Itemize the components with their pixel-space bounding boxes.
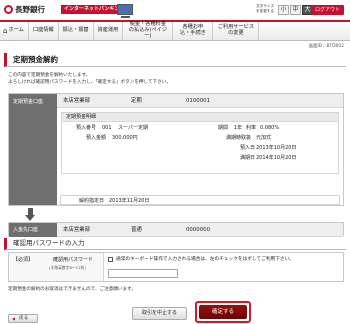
password-field-label: 確認用パスワード [53,257,94,263]
deposit-date-value: 2013年10月20日 [256,145,297,151]
destination-account-body: 本店営業部 普通 0000000 [57,223,343,237]
deposit-date-label: 預入日 [240,145,256,151]
maturity-method-value: 元加式 [256,135,272,141]
bank-name: 長野銀行 [15,5,45,14]
term-value: 1年 [234,125,243,131]
deposit-detail-header: 定期預金明細 [62,113,338,122]
rate-label: 利率 [246,125,257,131]
amount-label: 預入金額 [86,135,107,141]
source-account-type: 定期 [131,98,142,104]
source-account-body: 本店営業部 定期 0100001 定期預金明細 預入番号 001 スーパー定期 … [57,94,343,205]
nav-item-account-info[interactable]: 口座情報 [29,22,59,40]
confirm-button[interactable]: 確定する [199,305,247,319]
maturity-date-value: 2014年10月20日 [256,155,297,161]
destination-account-panel: 入金先口座 本店営業部 普通 0000000 [8,222,344,237]
destination-account-label: 入金先口座 [9,223,57,237]
main-nav: ホーム 口座情報 振込・振替 資産運用 税金・各種料金の払込み(ペイジー) 各種… [0,20,350,41]
software-keyboard-checkbox-label: 通常のキーボード操作で入力される場合は、左のチェックをはずしてご利用下さい。 [116,257,294,262]
bank-logo[interactable]: 長野銀行 [4,5,45,14]
flow-arrow-icon [25,208,35,221]
nav-item-transfer[interactable]: 振込・振替 [59,22,94,40]
password-section-title: 確認用パスワードの入力 [4,238,346,250]
source-account-label: 定期預金口座 [9,94,57,205]
nav-item-tax-payment[interactable]: 税金・各種料金の払込み(ペイジー) [123,21,174,40]
screen-id: 画面ID：BTD002 [308,44,344,49]
deposit-no: 001 [102,125,112,131]
nav-item-applications[interactable]: 各種お申込・手続き [173,22,214,40]
password-field-hint: (半角英数字6～12桁) [49,265,86,270]
amount-value: 300,000円 [112,135,138,141]
term-label: 期間 [218,125,229,131]
nav-item-home[interactable]: ホーム [0,22,29,40]
font-size-switcher: 小 中 大 [278,5,313,15]
destination-branch: 本店営業部 [63,227,90,233]
logout-button[interactable]: ログアウト [311,5,344,15]
destination-account-row: 本店営業部 普通 0000000 [57,223,343,237]
header-bar: 長野銀行 インターネットバンキング 文字サイズを変更する 小 中 大 ログアウト [0,0,350,20]
destination-account-number: 0000000 [186,227,211,233]
source-account-panel: 定期預金口座 本店営業部 定期 0100001 定期預金明細 預入番号 001 … [8,93,344,206]
page-title: 定期預金解約 [4,53,346,67]
software-keyboard-checkbox[interactable] [108,257,113,262]
maturity-method-label: 満期時取扱 [226,135,252,141]
cancel-date-value: 2013年11月20日 [109,198,150,204]
nav-item-asset-management[interactable]: 資産運用 [94,22,124,40]
destination-account-type: 普通 [131,227,142,233]
font-size-label: 文字サイズを変更する [256,4,274,13]
intro-line-2: よろしければ確認用パスワードを入力し、「確定する」ボタンを押して下さい。 [8,80,171,86]
intro-line-1: この内容で定期預金を解約いたします。 [8,73,91,78]
rate-value: 0.080% [260,125,280,131]
cancel-transaction-button[interactable]: 取引を中止する [132,307,187,320]
password-panel: 【必須】 確認用パスワード (半角英数字6～12桁) 通常のキーボード操作で入力… [8,252,344,282]
font-size-medium-button[interactable]: 中 [290,5,301,15]
cancel-date-row: 解約指定日 2013年11月20日 [60,195,340,205]
deposit-no-label: 預入番号 [76,125,97,131]
maturity-date-label: 満期日 [240,155,256,161]
intro-text: この内容で定期預金を解約いたします。 よろしければ確認用パスワードを入力し、「確… [8,72,338,86]
confirmation-password-input[interactable] [108,269,178,278]
password-required-badge: 【必須】 [13,257,34,263]
computer-icon [117,4,133,18]
back-button[interactable]: 戻る [8,314,38,323]
source-account-row: 本店営業部 定期 0100001 [57,94,343,108]
nav-item-service-change[interactable]: ご利用サービスの変更 [213,22,260,40]
source-account-number: 0100001 [186,98,211,104]
deposit-product: スーパー定期 [118,125,148,131]
deposit-detail: 定期預金明細 預入番号 001 スーパー定期 期間 1年 利率 0.080% 預… [61,112,339,174]
password-input-cell: 通常のキーボード操作で入力される場合は、左のチェックをはずしてご利用下さい。 [103,253,343,281]
source-branch: 本店営業部 [63,98,90,104]
cancel-warning-note: 定期預金の解約のお取消はできませんので、ご注意願います。 [8,287,136,292]
bank-logo-icon [4,5,13,14]
font-size-small-button[interactable]: 小 [278,5,289,15]
cancel-date-label: 解約指定日 [79,198,105,204]
